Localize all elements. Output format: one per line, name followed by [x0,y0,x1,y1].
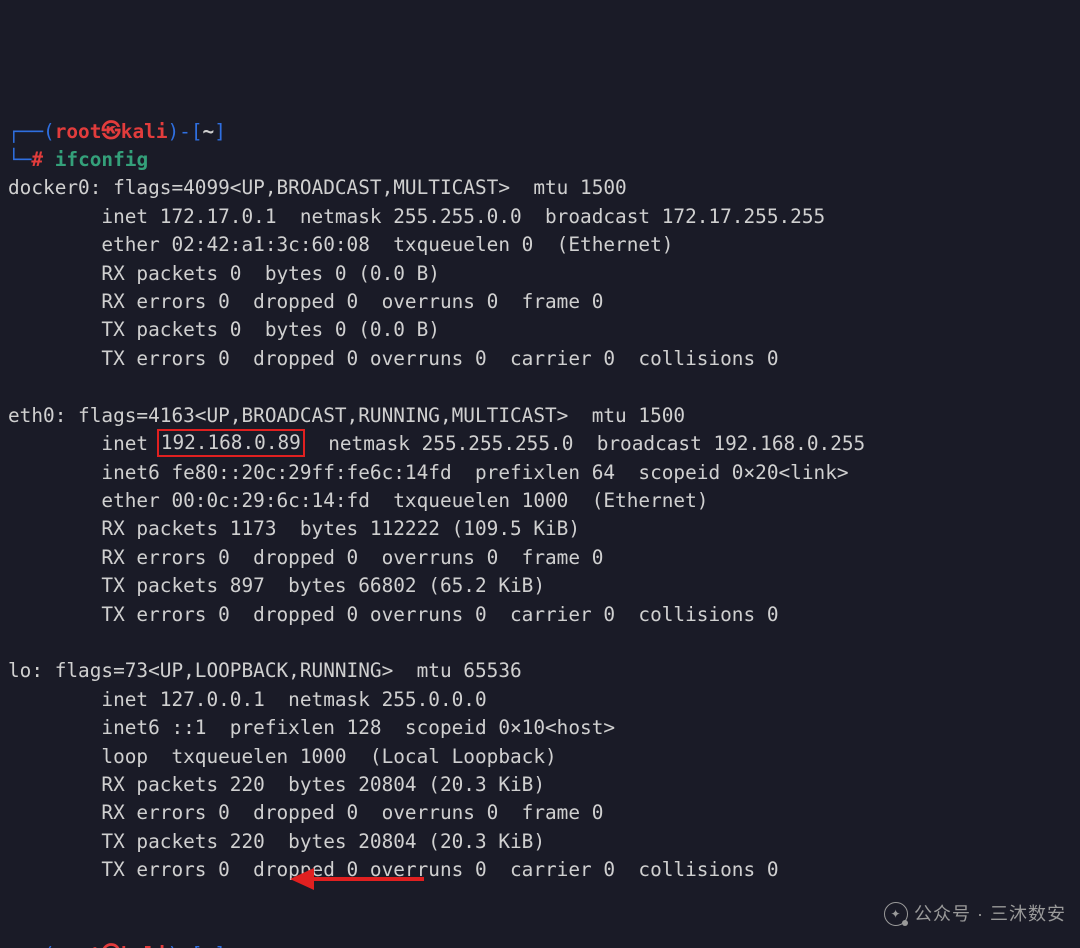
prompt2-bracket-end: ] [214,943,226,948]
prompt-bracket-open: ┌──( [8,120,55,143]
lo-tx-errors: TX errors 0 dropped 0 overruns 0 carrier… [8,858,779,881]
lo-loop: loop txqueuelen 1000 (Local Loopback) [8,745,557,768]
eth0-tx-packets: TX packets 897 bytes 66802 (65.2 KiB) [8,574,545,597]
docker0-header: docker0: flags=4099<UP,BROADCAST,MULTICA… [8,176,627,199]
lo-inet6: inet6 ::1 prefixlen 128 scopeid 0×10<hos… [8,716,615,739]
prompt2-line-1: ┌──(root㉿kali)-[~] [8,942,226,948]
prompt-bracket-close: )-[ [168,120,203,143]
prompt2-bracket-close: )-[ [168,943,203,948]
prompt-host: kali [121,120,168,143]
lo-header: lo: flags=73<UP,LOOPBACK,RUNNING> mtu 65… [8,659,522,682]
lo-rx-packets: RX packets 220 bytes 20804 (20.3 KiB) [8,773,545,796]
prompt2-bracket-open: ┌──( [8,943,55,948]
eth0-rx-packets: RX packets 1173 bytes 112222 (109.5 KiB) [8,517,580,540]
watermark: ✦ 公众号 · 三沐数安 [884,900,1066,928]
eth0-header: eth0: flags=4163<UP,BROADCAST,RUNNING,MU… [8,404,685,427]
prompt-hash: # [31,148,43,171]
watermark-text: 公众号 · 三沐数安 [914,900,1066,928]
prompt-user: root [55,120,102,143]
eth0-ip-highlighted: 192.168.0.89 [157,429,305,457]
docker0-rx-packets: RX packets 0 bytes 0 (0.0 B) [8,262,440,285]
docker0-tx-packets: TX packets 0 bytes 0 (0.0 B) [8,318,440,341]
skull-icon: ㉿ [101,942,120,948]
prompt2-user: root [55,943,102,948]
docker0-tx-errors: TX errors 0 dropped 0 overruns 0 carrier… [8,347,779,370]
docker0-ether: ether 02:42:a1:3c:60:08 txqueuelen 0 (Et… [8,233,673,256]
eth0-rx-errors: RX errors 0 dropped 0 overruns 0 frame 0 [8,546,603,569]
prompt-bracket-end: ] [214,120,226,143]
wechat-icon: ✦ [884,902,908,926]
docker0-rx-errors: RX errors 0 dropped 0 overruns 0 frame 0 [8,290,603,313]
eth0-inet-suffix: netmask 255.255.255.0 broadcast 192.168.… [305,432,865,455]
docker0-inet: inet 172.17.0.1 netmask 255.255.0.0 broa… [8,205,825,228]
eth0-ether: ether 00:0c:29:6c:14:fd txqueuelen 1000 … [8,489,708,512]
eth0-inet6: inet6 fe80::20c:29ff:fe6c:14fd prefixlen… [8,461,849,484]
prompt2-host: kali [121,943,168,948]
prompt2-path: ~ [203,943,215,948]
prompt-line-1: ┌──(root㉿kali)-[~] [8,119,226,143]
eth0-inet-prefix: inet [8,432,160,455]
eth0-inet-line: inet 192.168.0.89 netmask 255.255.255.0 … [8,432,865,455]
eth0-tx-errors: TX errors 0 dropped 0 overruns 0 carrier… [8,603,779,626]
prompt-path: ~ [203,120,215,143]
skull-icon: ㉿ [101,119,120,142]
terminal-output[interactable]: ┌──(root㉿kali)-[~] └─# ifconfig docker0:… [8,118,1072,948]
lo-rx-errors: RX errors 0 dropped 0 overruns 0 frame 0 [8,801,603,824]
lo-inet: inet 127.0.0.1 netmask 255.0.0.0 [8,688,487,711]
prompt-line-2: └─# ifconfig [8,148,148,171]
lo-tx-packets: TX packets 220 bytes 20804 (20.3 KiB) [8,830,545,853]
command-ifconfig: ifconfig [55,148,148,171]
prompt-elbow-icon: └─ [8,148,31,171]
